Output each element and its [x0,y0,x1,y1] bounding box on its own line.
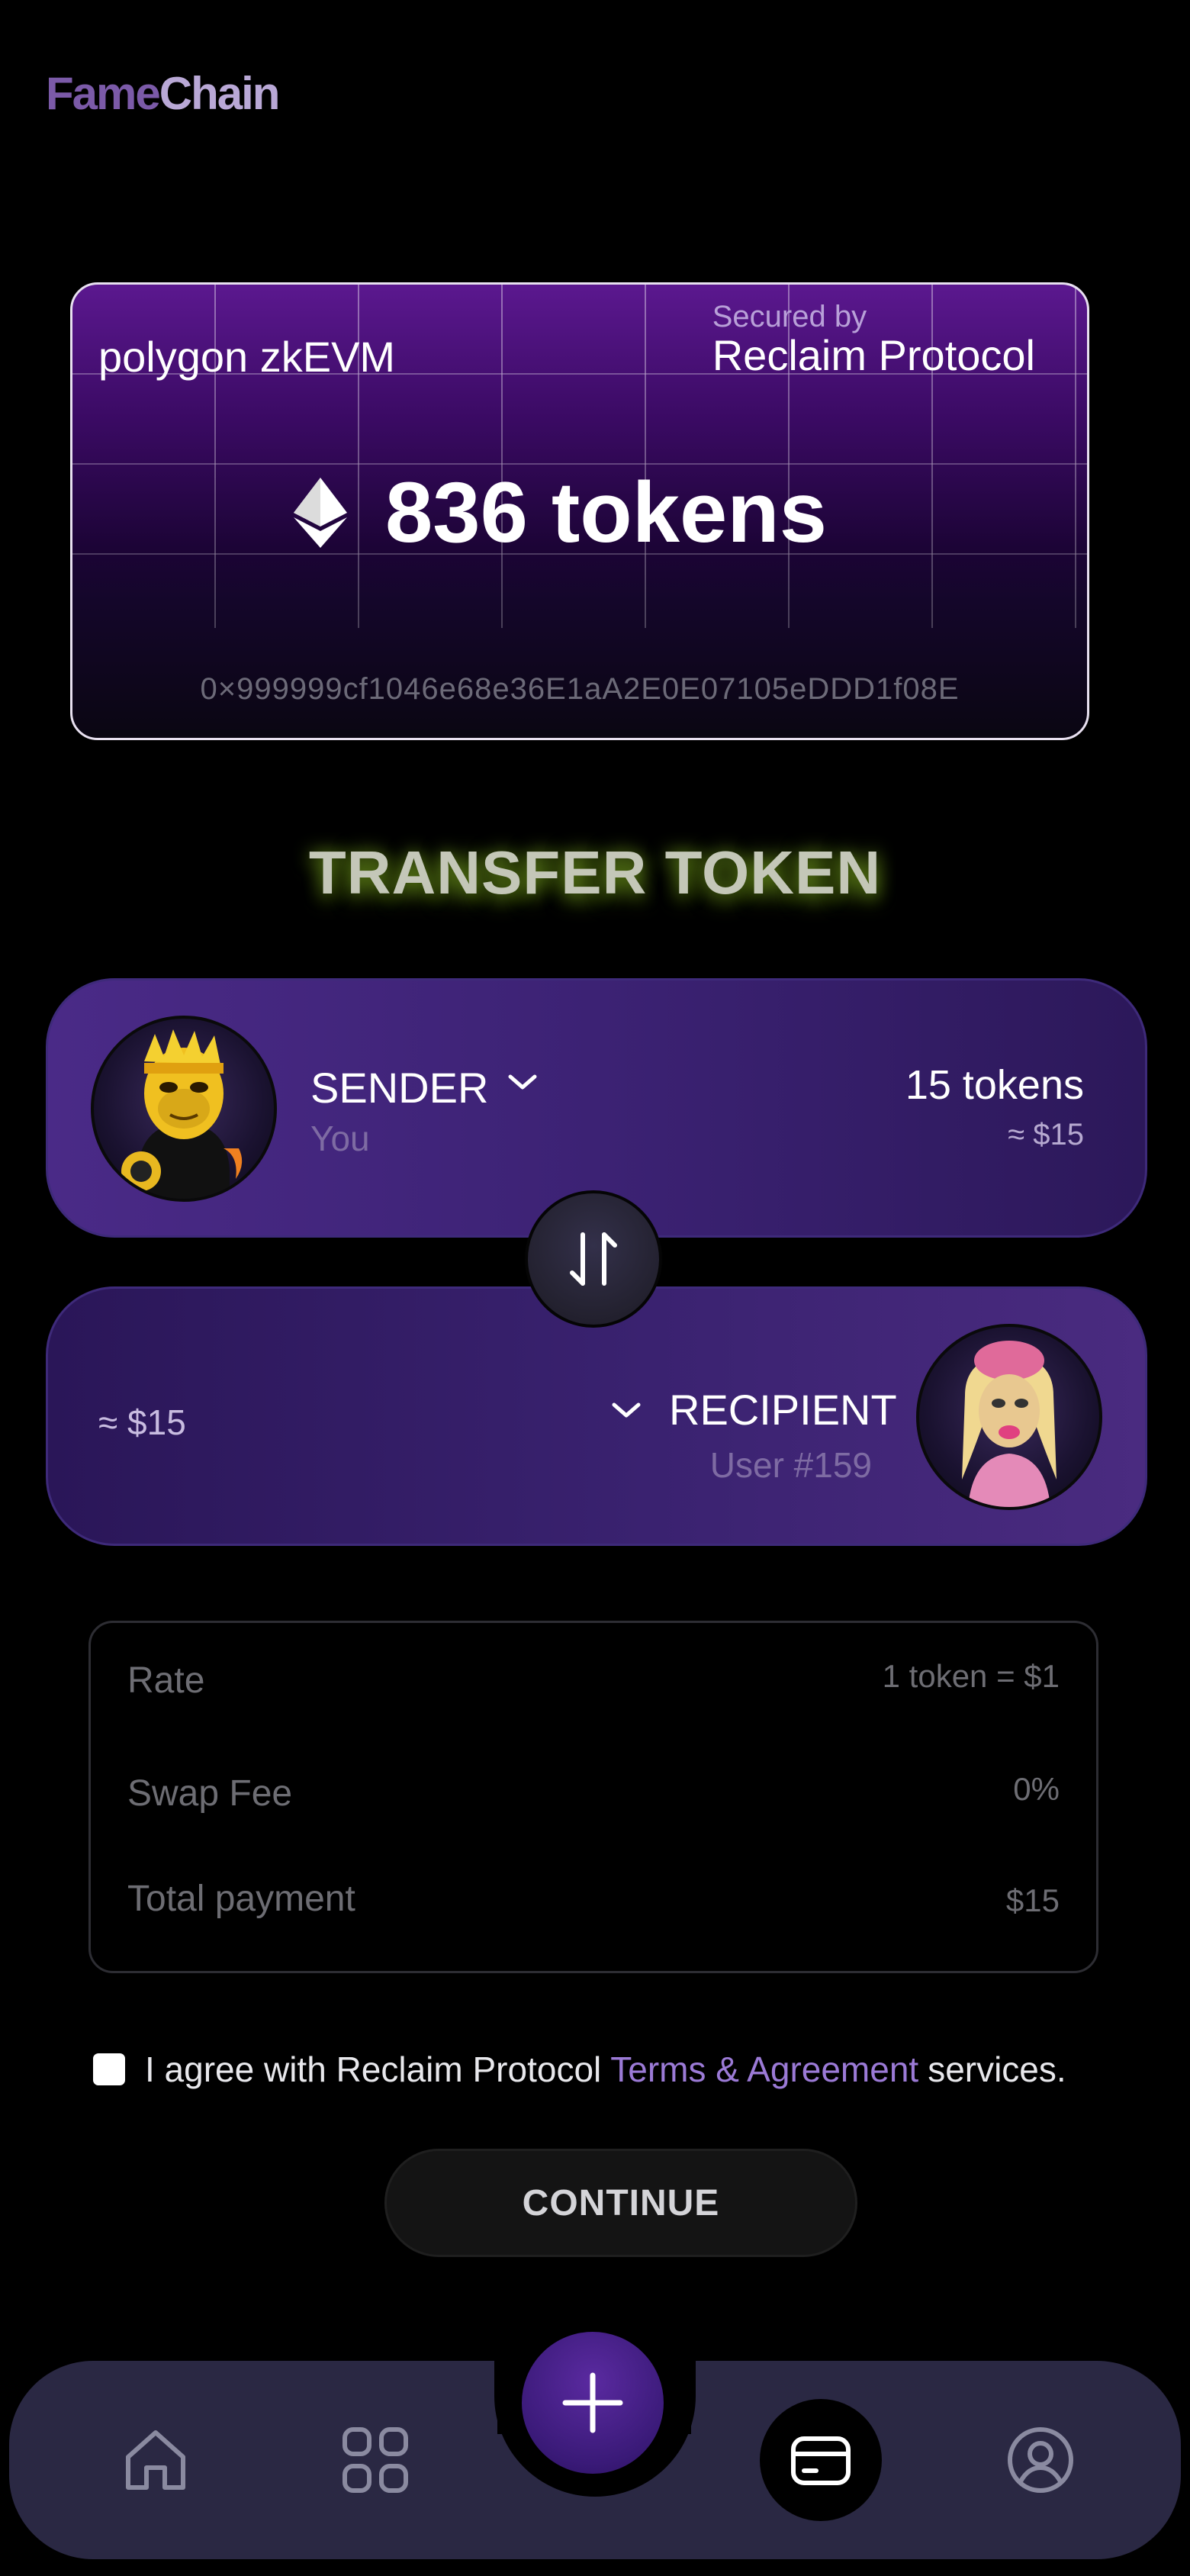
bottom-nav-left [9,2361,497,2559]
continue-button[interactable]: CONTINUE [384,2149,857,2257]
secured-by-badge: Secured by Reclaim Protocol [712,300,1035,378]
profile-icon [1008,2427,1073,2493]
add-icon [562,2372,623,2433]
sender-avatar [91,1016,277,1202]
swap-fee-value: 0% [1013,1771,1060,1807]
network-name: polygon zkEVM [98,333,396,381]
token-amount-value: 836 tokens [385,465,827,560]
terms-checkbox[interactable] [93,2053,125,2085]
total-payment-value: $15 [1005,1882,1060,1918]
ape-avatar-icon [121,1029,243,1199]
token-balance-card: polygon zkEVM Secured by Reclaim Protoco… [70,282,1089,740]
wallet-icon [791,2436,851,2485]
ape-avatar-icon [962,1341,1057,1507]
nav-wallet-button[interactable] [760,2399,882,2521]
rate-value: 1 token = $1 [882,1658,1060,1694]
nav-profile-button[interactable] [995,2414,1086,2506]
sender-label: SENDER [310,1064,489,1112]
app-logo: FameChain [46,68,280,119]
token-amount: 836 tokens [294,463,827,562]
recipient-label: RECIPIENT [669,1386,897,1434]
recipient-sublabel: User #159 [709,1445,872,1485]
terms-prefix: I agree with Reclaim Protocol [145,2050,602,2089]
terms-agreement: I agree with Reclaim Protocol Terms & Ag… [93,2049,1066,2090]
nav-apps-button[interactable] [330,2414,421,2506]
swap-direction-button[interactable] [525,1190,662,1328]
transfer-summary: Rate 1 token = $1 Swap Fee 0% Total paym… [88,1621,1098,1973]
nav-home-button[interactable] [110,2414,201,2506]
secured-by-label: Secured by [712,300,867,333]
apps-icon [343,2427,408,2493]
swap-arrows-icon [570,1232,617,1286]
sender-chevron-down-icon[interactable] [506,1071,539,1093]
ethereum-icon [294,477,347,548]
swap-fee-label: Swap Fee [127,1773,293,1814]
recipient-chevron-down-icon[interactable] [609,1399,643,1422]
terms-link[interactable]: Terms & Agreement [610,2049,918,2090]
wallet-address: 0×999999cf1046e68e36E1aA2E0E07105eDDD1f0… [200,672,960,706]
add-button[interactable] [519,2329,667,2477]
sender-usd-value: ≈ $15 [1008,1118,1084,1151]
rate-label: Rate [127,1660,205,1701]
page-title: TRANSFER TOKEN [308,839,882,906]
recipient-avatar [916,1324,1102,1510]
home-icon [126,2430,185,2490]
total-payment-label: Total payment [127,1879,355,1919]
recipient-usd-value: ≈ $15 [98,1402,186,1442]
terms-suffix: services. [928,2050,1066,2089]
sender-token-amount: 15 tokens [905,1062,1084,1108]
sender-sublabel: You [310,1119,370,1158]
secured-by-name: Reclaim Protocol [712,331,1035,379]
